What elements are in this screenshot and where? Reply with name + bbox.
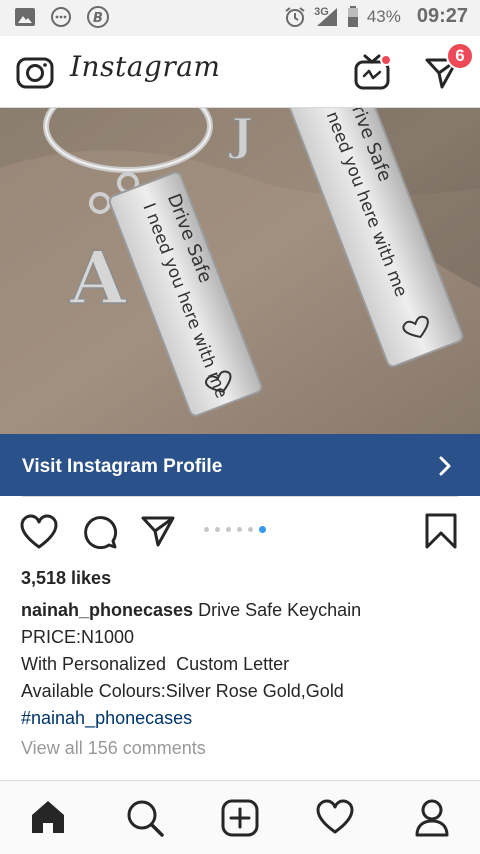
svg-text:A: A [69,235,127,320]
caption-line-4: Available Colours:Silver Rose Gold,Gold [21,681,344,701]
caption-title: Drive Safe Keychain [198,600,362,620]
battery-percent: 43% [366,6,401,26]
caption-line-3: With Personalized Custom Letter [21,654,290,674]
bookmark-icon[interactable] [424,512,458,550]
bottom-navigation [0,781,480,854]
view-comments-link[interactable]: View all 156 comments [21,738,206,759]
post-actions [0,508,480,554]
direct-badge: 6 [446,42,474,70]
activity-heart-icon[interactable] [316,799,354,835]
battery-icon [347,5,358,27]
svg-text:B: B [93,11,103,26]
chevron-right-icon [439,456,451,476]
gallery-icon [15,8,35,26]
carousel-dot [215,527,220,532]
instagram-logo: Instagram [70,50,221,83]
status-bar: B 3G 43% 09:27 [0,0,480,36]
carousel-dot [226,527,231,532]
like-heart-icon[interactable] [20,514,58,550]
caption-price: PRICE:N1000 [21,627,135,647]
like-count[interactable]: 3,518 likes [21,568,111,589]
profile-icon[interactable] [414,799,450,837]
clock: 09:27 [416,5,468,27]
visit-profile-label: Visit Instagram Profile [22,456,223,477]
carousel-indicator [204,526,266,533]
svg-text:J: J [228,110,253,161]
carousel-dot-active [259,526,266,533]
carousel-dot [237,527,242,532]
caption-hashtag[interactable]: #nainah_phonecases [21,705,461,732]
visit-profile-bar[interactable]: Visit Instagram Profile [0,434,480,496]
caption-username[interactable]: nainah_phonecases [21,600,193,620]
b-app-icon: B [87,6,109,28]
home-icon[interactable] [30,799,66,835]
post-image[interactable]: A J Drive Safe I need you here with me D… [0,108,480,434]
carousel-dot [248,527,253,532]
carousel-dot [204,527,209,532]
comment-icon[interactable] [82,514,118,550]
caption-line-1: nainah_phonecases Drive Safe Keychain [21,597,461,624]
app-header: Instagram 6 [0,36,480,108]
igtv-notification-dot [380,54,392,66]
divider [22,496,458,497]
alarm-icon [285,6,305,27]
keychain-photo: A J Drive Safe I need you here with me D… [0,108,480,434]
signal-icon [316,7,337,26]
chat-bubble-icon [51,7,71,27]
share-icon[interactable] [140,514,176,548]
post-caption: nainah_phonecases Drive Safe Keychain PR… [21,597,461,732]
status-right: 3G 43% 09:27 [284,5,468,28]
camera-icon[interactable] [16,54,54,90]
status-notification-icons: B [14,5,110,29]
search-icon[interactable] [126,799,164,837]
add-post-icon[interactable] [221,799,259,837]
